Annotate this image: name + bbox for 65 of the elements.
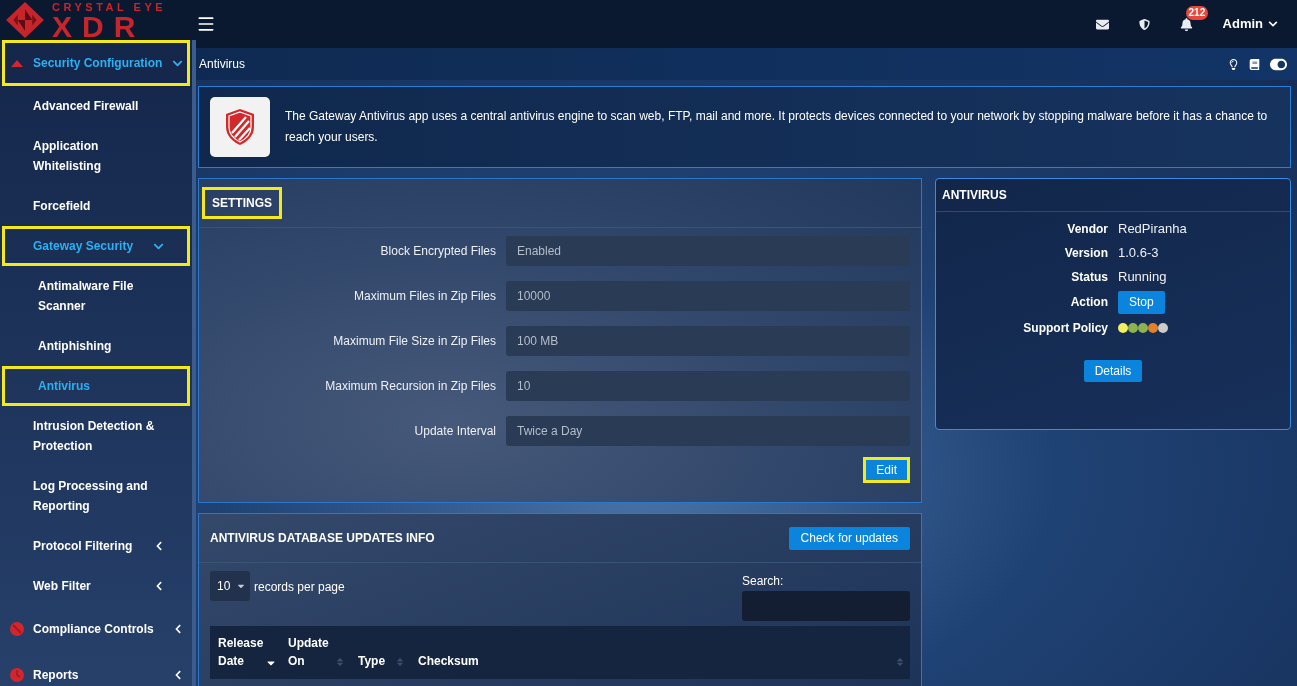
sidebar-item[interactable]: Application Whitelisting [2, 126, 190, 186]
field-label: Maximum File Size in Zip Files [332, 333, 496, 350]
info-label: Version [1064, 245, 1108, 262]
page-title: Antivirus [199, 56, 245, 73]
sidebar-item[interactable]: Gateway Security [2, 226, 190, 266]
caret-up-icon [11, 59, 23, 67]
panel-title: ANTIVIRUS DATABASE UPDATES INFO [210, 530, 435, 547]
user-menu[interactable]: Admin [1222, 14, 1278, 34]
sidebar-item[interactable]: Security Configuration [2, 40, 190, 86]
clock-icon [10, 668, 24, 682]
panel-title: SETTINGS [202, 187, 282, 219]
logo-caption: CRYSTAL EYE [52, 0, 167, 13]
field-label: Maximum Files in Zip Files [352, 288, 496, 305]
sidebar-item[interactable]: Advanced Firewall [2, 86, 190, 126]
info-value: 1.0.6-3 [1118, 244, 1159, 263]
menu-icon[interactable] [196, 14, 216, 34]
logo-wordmark: XDR [52, 12, 146, 40]
info-label: Support Policy [1023, 320, 1108, 337]
column-header[interactable]: Checksum [410, 626, 910, 679]
sidebar-item[interactable]: Compliance Controls [2, 606, 190, 652]
chevron-down-icon [1268, 19, 1278, 29]
info-label: Vendor [1067, 221, 1108, 238]
book-icon[interactable] [1249, 58, 1260, 70]
check-updates-button[interactable]: Check for updates [788, 526, 910, 550]
sidebar-item[interactable]: Log Processing and Reporting [2, 466, 190, 526]
column-header[interactable]: Update On [280, 626, 350, 679]
input-field[interactable]: Enabled [506, 236, 910, 266]
panel-title: ANTIVIRUS [942, 187, 1007, 204]
column-header[interactable]: Release Date [210, 626, 280, 679]
shield-icon [210, 97, 270, 157]
sidebar-item[interactable]: Antivirus [2, 366, 190, 406]
sidebar-item[interactable]: Protocol Filtering [2, 526, 190, 566]
field-label: Maximum Recursion in Zip Files [324, 378, 496, 395]
sidebar-item[interactable]: Antiphishing [2, 326, 190, 366]
info-value: RedPiranha [1118, 220, 1187, 239]
input-field[interactable]: 10000 [506, 281, 910, 311]
sidebar-item[interactable]: Web Filter [2, 566, 190, 606]
shield-icon[interactable] [1138, 18, 1150, 30]
lightbulb-icon[interactable] [1228, 58, 1239, 70]
details-button[interactable]: Details [1083, 360, 1143, 382]
search-label: Search: [742, 573, 785, 589]
field-label: Update Interval [413, 423, 496, 440]
sidebar-item[interactable]: Reports [2, 652, 190, 686]
records-per-page-label: records per page [254, 579, 345, 596]
sidebar-item[interactable]: Intrusion Detection & Protection [2, 406, 190, 466]
stop-button[interactable]: Stop [1118, 290, 1165, 314]
column-header[interactable]: Type [350, 626, 410, 679]
search-field[interactable] [742, 591, 910, 621]
description-text: The Gateway Antivirus app uses a central antivirus engine to scan web, FTP, mail and more. It protects devices connected to your network by stopping malware before it has a chance to reach your users. [285, 108, 1269, 146]
sidebar-item[interactable]: Forcefield [2, 186, 190, 226]
input-field[interactable]: 10 [506, 371, 910, 401]
notification-count: 212 [1185, 5, 1209, 20]
logo-icon [6, 2, 44, 38]
info-value: Running [1118, 268, 1167, 287]
input-field[interactable]: 100 MB [506, 326, 910, 356]
notifications-icon[interactable] [1179, 17, 1193, 31]
edit-button[interactable]: Edit [863, 457, 910, 483]
page-size-select[interactable]: 10 [210, 571, 250, 601]
info-label: Action [1070, 294, 1108, 311]
field-label: Block Encrypted Files [379, 243, 496, 260]
input-field[interactable]: Twice a Day [506, 416, 910, 446]
sidebar-item[interactable]: Antimalware File Scanner [2, 266, 190, 326]
ban-icon [10, 622, 24, 636]
info-label: Status [1071, 269, 1108, 286]
mail-icon[interactable] [1095, 17, 1109, 31]
